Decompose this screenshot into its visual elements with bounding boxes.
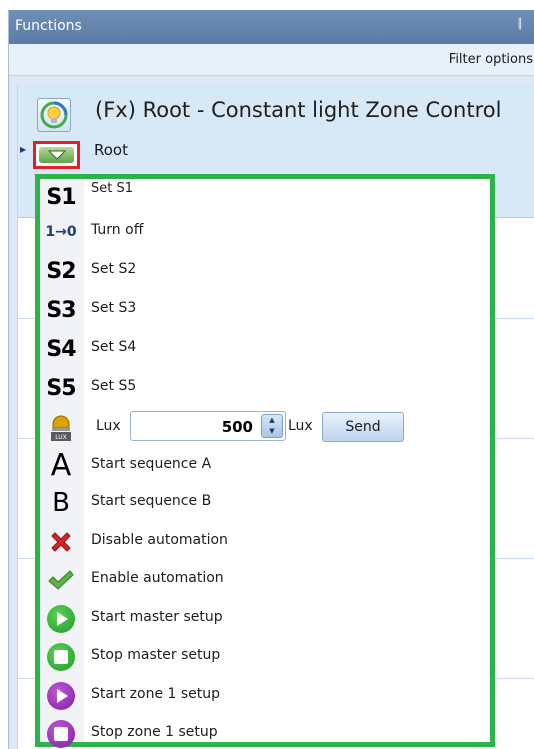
menu-item-label: Set S2 — [91, 261, 137, 277]
menu-item-lux: LUX Lux 500 ▲ ▼ Lux Send — [40, 409, 490, 445]
functions-dropdown-button[interactable] — [33, 141, 80, 169]
green-stop-icon — [43, 642, 79, 672]
s5-icon: S5 — [46, 375, 76, 401]
menu-item-label: Stop zone 1 setup — [91, 724, 218, 740]
sequence-b-icon: B — [52, 488, 70, 518]
menu-item-turn-off[interactable]: 1→0 Turn off — [40, 214, 490, 250]
spinner-up-icon[interactable]: ▲ — [262, 415, 282, 426]
turn-off-icon: 1→0 — [45, 224, 77, 240]
green-play-icon — [43, 604, 79, 634]
menu-item-label: Disable automation — [91, 532, 228, 548]
lux-value: 500 — [221, 418, 253, 436]
menu-item-disable-automation[interactable]: Disable automation — [40, 524, 490, 560]
root-node-title: (Fx) Root - Constant light Zone Control — [95, 98, 502, 122]
red-x-icon — [43, 527, 79, 557]
lux-spinner[interactable]: ▲ ▼ — [261, 414, 283, 438]
panel-titlebar: Functions ║ — [9, 10, 534, 44]
menu-item-start-master-setup[interactable]: Start master setup — [40, 601, 490, 637]
purple-play-icon — [43, 681, 79, 711]
panel-title: Functions — [15, 18, 82, 34]
menu-item-set-s4[interactable]: S4 Set S4 — [40, 331, 490, 367]
menu-item-set-s5[interactable]: S5 Set S5 — [40, 370, 490, 406]
row-indicator-icon: ▶ — [20, 145, 27, 154]
constant-light-bulb-icon — [37, 98, 71, 132]
s3-icon: S3 — [46, 297, 76, 323]
menu-item-label: Turn off — [91, 222, 144, 238]
menu-item-set-s3[interactable]: S3 Set S3 — [40, 292, 490, 328]
functions-dropdown-menu: S1 Set S1 1→0 Turn off S2 Set S2 S3 Set … — [35, 174, 495, 749]
sequence-a-icon: A — [50, 448, 72, 483]
menu-item-label: Set S1 — [91, 181, 134, 196]
filter-bar: Filter options — [9, 44, 534, 76]
filter-options-link[interactable]: Filter options — [449, 52, 533, 67]
menu-item-stop-master-setup[interactable]: Stop master setup — [40, 639, 490, 675]
spinner-down-icon[interactable]: ▼ — [262, 426, 282, 437]
root-sub-label: Root — [94, 141, 128, 159]
lux-label: Lux — [96, 418, 121, 434]
s1-icon: S1 — [46, 184, 76, 210]
pin-icon[interactable]: ║ — [517, 19, 527, 33]
lux-lamp-icon: LUX — [43, 412, 79, 442]
menu-item-label: Stop master setup — [91, 647, 221, 663]
s4-icon: S4 — [46, 336, 76, 362]
send-button[interactable]: Send — [322, 412, 404, 442]
s2-icon: S2 — [46, 258, 76, 284]
menu-item-label: Set S4 — [91, 339, 137, 355]
menu-item-label: Set S5 — [91, 378, 137, 394]
lux-value-input[interactable]: 500 ▲ ▼ — [130, 411, 286, 441]
menu-item-set-s1[interactable]: S1 Set S1 — [40, 179, 490, 215]
menu-item-label: Set S3 — [91, 300, 137, 316]
menu-item-enable-automation[interactable]: Enable automation — [40, 562, 490, 598]
menu-item-label: Start zone 1 setup — [91, 686, 221, 702]
menu-item-label: Enable automation — [91, 570, 224, 586]
menu-item-start-zone-1-setup[interactable]: Start zone 1 setup — [40, 678, 490, 714]
svg-text:LUX: LUX — [55, 434, 67, 441]
menu-item-label: Start sequence B — [91, 493, 212, 509]
menu-item-set-s2[interactable]: S2 Set S2 — [40, 253, 490, 289]
green-check-icon — [43, 565, 79, 595]
purple-stop-icon — [43, 719, 79, 749]
menu-item-stop-zone-1-setup[interactable]: Stop zone 1 setup — [40, 716, 490, 749]
menu-item-start-sequence-a[interactable]: A Start sequence A — [40, 448, 490, 484]
menu-item-start-sequence-b[interactable]: B Start sequence B — [40, 485, 490, 521]
menu-item-label: Start master setup — [91, 609, 223, 625]
lux-unit-label: Lux — [288, 418, 313, 434]
menu-item-label: Start sequence A — [91, 456, 212, 472]
